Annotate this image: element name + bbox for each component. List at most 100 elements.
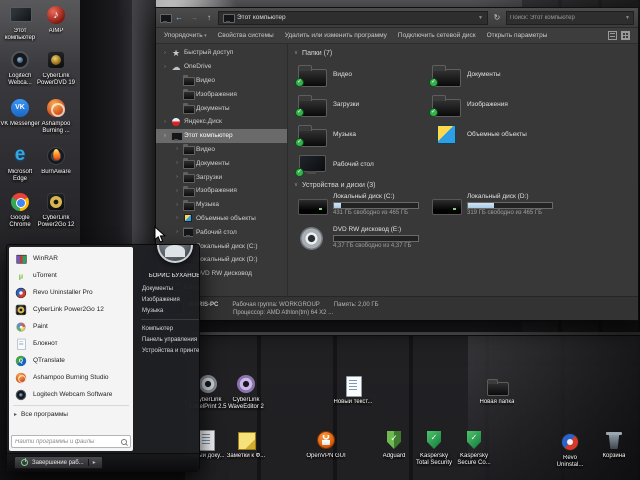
start-menu-program-item[interactable]: Logitech Webcam Software xyxy=(11,386,131,403)
desktop-icon[interactable]: Revo Uninstal... xyxy=(550,430,590,469)
desktop-icon[interactable]: Этот компьютер xyxy=(0,3,40,42)
desktop-icon[interactable]: Logitech Webca... xyxy=(0,48,40,87)
desktop-icon-label: Logitech Webca... xyxy=(8,73,32,86)
shutdown-button[interactable]: Завершение раб... xyxy=(14,456,103,469)
start-menu-place-item[interactable]: Музыка xyxy=(138,305,199,316)
sync-check-badge xyxy=(295,138,304,147)
sidebar-item[interactable]: › Яндекс.Диск xyxy=(156,115,287,129)
folder-tile[interactable]: Видео xyxy=(294,59,424,89)
expand-arrow-icon[interactable]: › xyxy=(174,160,180,166)
sidebar-item[interactable]: › Рабочий стол xyxy=(156,225,287,239)
expand-arrow-icon[interactable]: › xyxy=(174,188,180,194)
folder-tile[interactable]: Объемные объекты xyxy=(428,119,558,149)
address-bar[interactable]: Этот компьютер ▼ xyxy=(218,10,488,25)
folder-tile[interactable]: Музыка xyxy=(294,119,424,149)
folder-tile[interactable]: Рабочий стол xyxy=(294,149,424,179)
address-dropdown-icon[interactable]: ▼ xyxy=(478,15,483,21)
explorer-search-input[interactable] xyxy=(510,14,624,21)
start-menu-place-item[interactable]: Документы xyxy=(138,283,199,294)
sidebar-item[interactable]: › OneDrive xyxy=(156,60,287,74)
desktop-icon[interactable]: Заметки к Ф... xyxy=(226,428,266,460)
desktop-icon[interactable]: CyberLink PowerDVD 19 xyxy=(36,48,76,87)
start-menu-place-item[interactable]: Изображения xyxy=(138,294,199,305)
desktop-icon[interactable]: Kaspersky Total Security xyxy=(414,428,454,467)
refresh-button[interactable]: ↻ xyxy=(491,8,503,28)
desktop[interactable]: Этот компьютер AIMP Logitech Webca... Cy… xyxy=(0,0,640,480)
explorer-titlebar[interactable]: ← → ↑ Этот компьютер ▼ ↻ ▼ xyxy=(156,8,638,28)
start-menu-program-item[interactable]: Revo Uninstaller Pro xyxy=(11,284,131,301)
folder-tile[interactable]: Изображения xyxy=(428,89,558,119)
all-programs-button[interactable]: Все программы xyxy=(11,408,131,421)
explorer-search[interactable]: ▼ xyxy=(506,10,634,25)
desktop-icon[interactable]: Новая папка xyxy=(477,374,517,406)
desktop-icon[interactable]: OpenVPN GUI xyxy=(306,428,346,460)
start-menu-place-item[interactable]: Компьютер xyxy=(138,323,199,334)
start-menu-place-item[interactable]: Панель управления xyxy=(138,334,199,345)
sidebar-item[interactable]: › Загрузки xyxy=(156,170,287,184)
start-menu-program-item[interactable]: QTranslate xyxy=(11,352,131,369)
start-menu-program-item[interactable]: Блокнот xyxy=(11,335,131,352)
start-menu-program-item[interactable]: Ashampoo Burning Studio xyxy=(11,369,131,386)
sidebar-item[interactable]: › Музыка xyxy=(156,198,287,212)
expand-arrow-icon[interactable]: ∨ xyxy=(162,133,168,139)
drive-tile[interactable]: Локальный диск (C:) 431 ГБ свободно из 4… xyxy=(294,191,424,224)
folder-tile[interactable]: Документы xyxy=(428,59,558,89)
desktop-icon[interactable]: AIMP xyxy=(36,3,76,35)
expand-arrow-icon[interactable]: › xyxy=(174,174,180,180)
start-menu-program-item[interactable]: WinRAR xyxy=(11,250,131,267)
devices-group-header[interactable]: ∨ Устройства и диски (3) xyxy=(294,179,632,191)
view-details-icon[interactable] xyxy=(608,31,617,40)
sidebar-item[interactable]: › Быстрый доступ xyxy=(156,46,287,60)
start-menu-program-item[interactable]: Paint xyxy=(11,318,131,335)
sidebar-item[interactable]: › Изображения xyxy=(156,184,287,198)
command-bar-button[interactable]: Свойства системы xyxy=(218,32,274,39)
expand-arrow-icon[interactable]: › xyxy=(174,229,180,235)
command-bar-button[interactable]: Удалить или изменить программу xyxy=(285,32,387,39)
desktop-icon[interactable]: BurnAware xyxy=(36,144,76,176)
command-bar-button[interactable]: Подключить сетевой диск xyxy=(398,32,476,39)
sidebar-item[interactable]: › Видео xyxy=(156,143,287,157)
folders-group-header[interactable]: ∨ Папки (7) xyxy=(294,47,632,59)
drive-tile[interactable]: DVD RW дисковод (E:) 4,37 ГБ свободно из… xyxy=(294,224,424,257)
desktop-icon[interactable]: Microsoft Edge xyxy=(0,144,40,183)
explorer-content[interactable]: ∨ Папки (7) Видео xyxy=(288,44,638,296)
desktop-icon[interactable]: Новый текст... xyxy=(333,374,373,406)
desktop-icon-image xyxy=(341,374,365,398)
expand-arrow-icon[interactable]: › xyxy=(174,202,180,208)
start-menu-program-item[interactable]: CyberLink Power2Go 12 xyxy=(11,301,131,318)
desktop-icon[interactable]: CyberLink WaveEditor 2 xyxy=(226,372,266,411)
start-menu-search[interactable] xyxy=(11,435,131,448)
sidebar-item[interactable]: Документы xyxy=(156,101,287,115)
up-button[interactable]: ↑ xyxy=(203,8,215,28)
shutdown-options-arrow-icon[interactable] xyxy=(87,459,96,466)
start-menu-place-item[interactable]: Устройства и принтеры xyxy=(138,345,199,356)
start-menu-search-input[interactable] xyxy=(15,438,118,445)
desktop-icon[interactable]: VK Messenger xyxy=(0,96,40,128)
desktop-icon[interactable]: Kaspersky Secure Co... xyxy=(454,428,494,467)
folder-tile[interactable]: Загрузки xyxy=(294,89,424,119)
expand-arrow-icon[interactable]: › xyxy=(174,146,180,152)
expand-arrow-icon[interactable]: › xyxy=(162,50,168,56)
search-dropdown-icon[interactable]: ▼ xyxy=(625,15,630,21)
back-button[interactable]: ← xyxy=(173,8,185,28)
sidebar-item[interactable]: › Документы xyxy=(156,156,287,170)
command-bar-button[interactable]: Упорядочить xyxy=(164,32,207,39)
desktop-icon[interactable]: CyberLink Power2Go 12 xyxy=(36,190,76,229)
desktop-icon[interactable]: Google Chrome xyxy=(0,190,40,229)
expand-arrow-icon[interactable]: › xyxy=(162,64,168,70)
forward-button[interactable]: → xyxy=(188,8,200,28)
sidebar-item[interactable]: › Объемные объекты xyxy=(156,212,287,226)
view-tiles-icon[interactable] xyxy=(621,31,630,40)
user-avatar[interactable] xyxy=(156,245,193,263)
desktop-icon[interactable]: Корзина xyxy=(594,428,634,460)
start-menu-program-item[interactable]: uTorrent xyxy=(11,267,131,284)
desktop-icon[interactable]: Ashampoo Burning ... xyxy=(36,96,76,135)
sidebar-item[interactable]: Видео xyxy=(156,74,287,88)
desktop-icon[interactable]: Adguard xyxy=(374,428,414,460)
sidebar-item[interactable]: ∨ Этот компьютер xyxy=(156,128,287,143)
drive-tile[interactable]: Локальный диск (D:) 319 ГБ свободно из 4… xyxy=(428,191,558,224)
expand-arrow-icon[interactable]: › xyxy=(162,119,168,125)
sidebar-item[interactable]: Изображения xyxy=(156,87,287,101)
expand-arrow-icon[interactable]: › xyxy=(174,215,180,221)
command-bar-button[interactable]: Открыть параметры xyxy=(487,32,548,39)
